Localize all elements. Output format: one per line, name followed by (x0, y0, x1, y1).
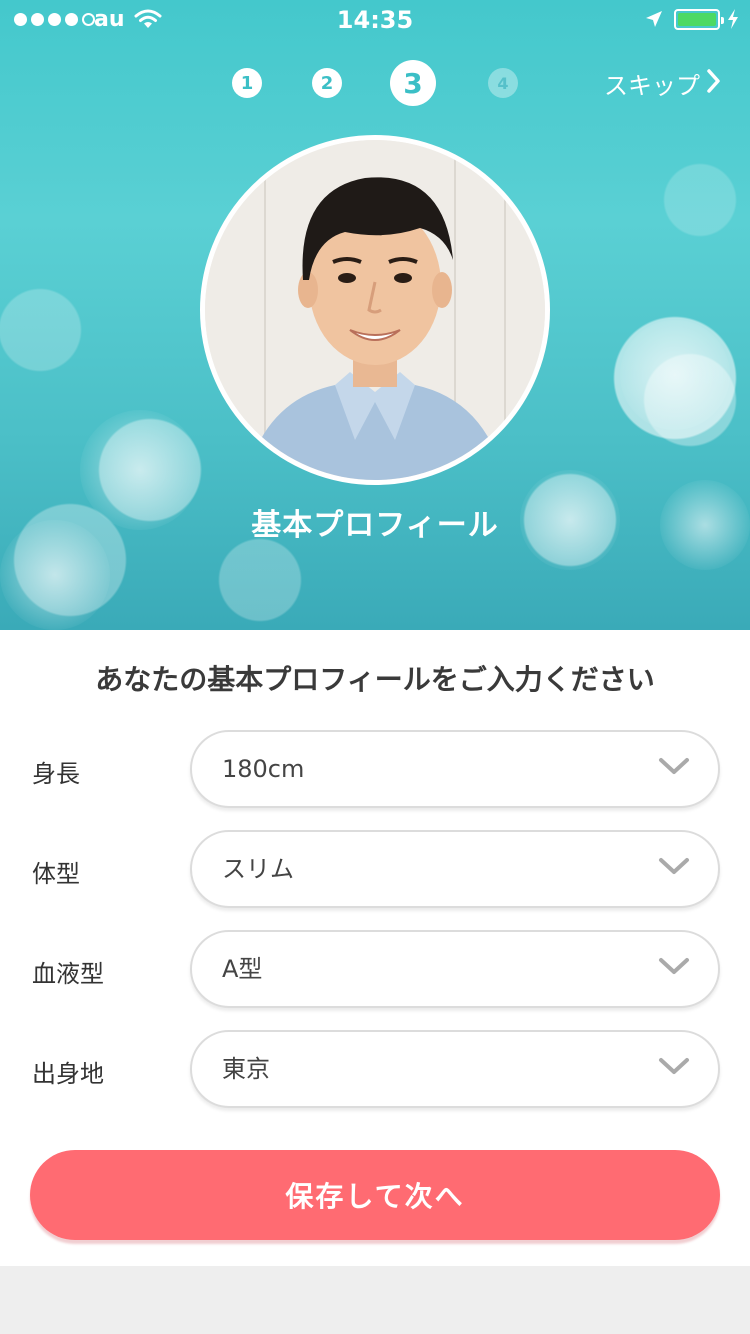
skip-button[interactable]: スキップ (604, 66, 722, 101)
height-value: 180cm (222, 755, 305, 783)
height-select[interactable]: 180cm (190, 730, 720, 808)
clock: 14:35 (336, 6, 414, 34)
hero-title: 基本プロフィール (251, 508, 499, 543)
form-heading: あなたの基本プロフィールをご入力ください (95, 663, 655, 696)
profile-form: あなたの基本プロフィールをご入力ください 身長 180cm 体型 スリム 血液型… (0, 630, 750, 1266)
profile-photo (205, 140, 545, 480)
save-and-next-button[interactable]: 保存して次へ (30, 1150, 720, 1240)
chevron-down-icon (658, 956, 690, 980)
profile-avatar[interactable] (200, 135, 550, 485)
chevron-down-icon (658, 756, 690, 780)
charging-bolt-icon (726, 8, 740, 36)
bottom-area (0, 1266, 750, 1334)
step-indicator-3-current: 3 (390, 60, 436, 106)
height-label: 身長 (32, 760, 80, 788)
body-type-label: 体型 (32, 860, 80, 888)
blood-type-select[interactable]: A型 (190, 930, 720, 1008)
step-indicator-2: 2 (312, 68, 342, 98)
step-indicator-4: 4 (488, 68, 518, 98)
status-bar: au 14:35 (0, 0, 750, 40)
location-arrow-icon (644, 9, 664, 35)
hometown-select[interactable]: 東京 (190, 1030, 720, 1108)
step-indicator-1: 1 (232, 68, 262, 98)
chevron-right-icon (706, 68, 722, 100)
hometown-label: 出身地 (32, 1060, 104, 1088)
chevron-down-icon (658, 1056, 690, 1080)
hero-banner: au 14:35 1 2 3 4 スキップ 基本プロフィール (0, 0, 750, 630)
blood-type-value: A型 (222, 955, 263, 983)
body-type-select[interactable]: スリム (190, 830, 720, 908)
body-type-value: スリム (222, 855, 294, 883)
skip-label: スキップ (604, 72, 700, 100)
battery-icon (674, 9, 724, 30)
bokeh-light (620, 320, 730, 430)
chevron-down-icon (658, 856, 690, 880)
blood-type-label: 血液型 (32, 960, 104, 988)
hometown-value: 東京 (222, 1055, 270, 1083)
